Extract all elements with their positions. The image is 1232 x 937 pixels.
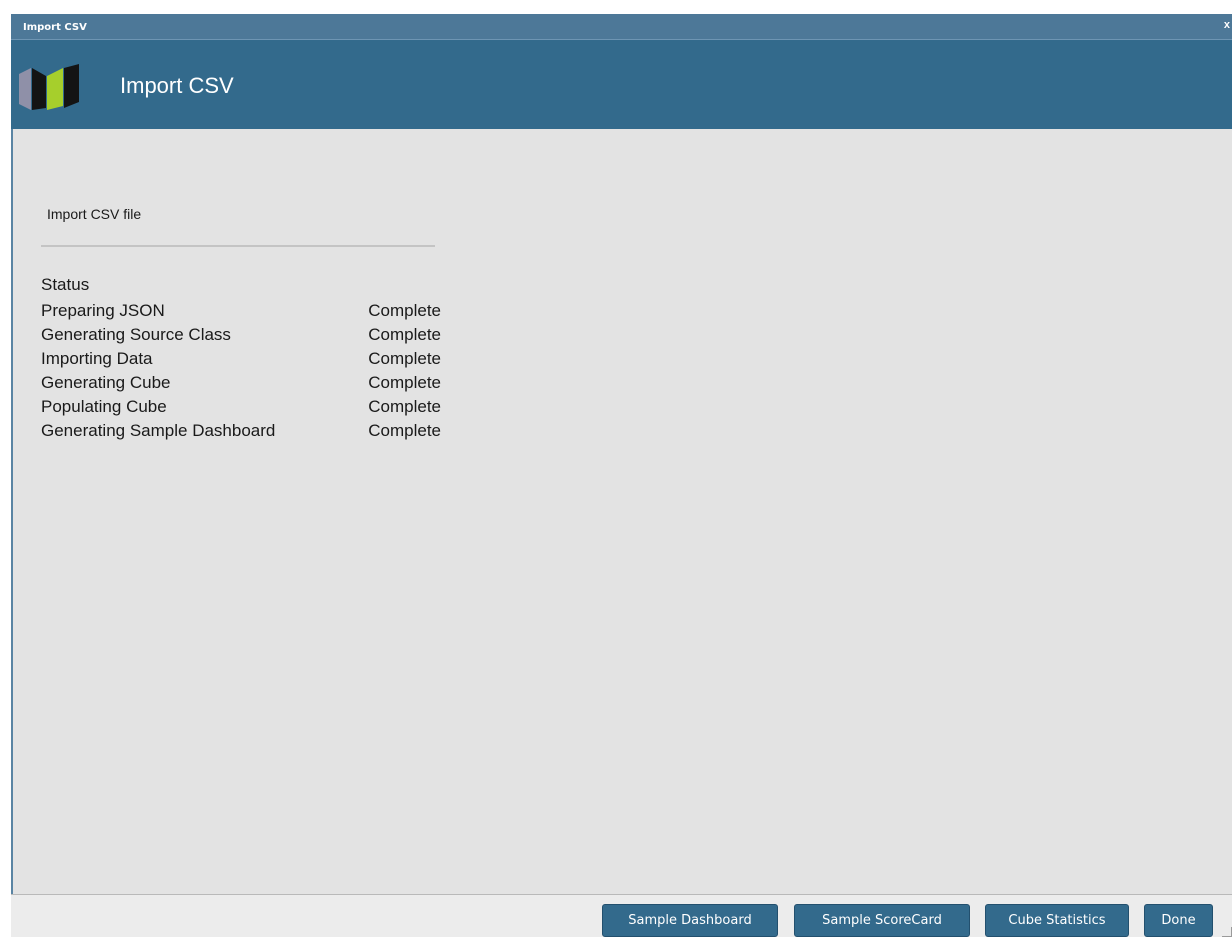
step-name: Generating Sample Dashboard	[41, 421, 276, 440]
step-state: Complete	[368, 301, 441, 320]
window-titlebar[interactable]: Import CSV x	[11, 14, 1232, 40]
step-name: Generating Source Class	[41, 325, 231, 344]
status-row: Generating Source Class Complete	[41, 323, 441, 347]
window-title: Import CSV	[23, 22, 87, 33]
footer-bar: Sample Dashboard Sample ScoreCard Cube S…	[11, 894, 1232, 937]
status-row: Populating Cube Complete	[41, 395, 441, 419]
step-state: Complete	[368, 325, 441, 344]
step-state: Complete	[368, 373, 441, 392]
sample-scorecard-button[interactable]: Sample ScoreCard	[794, 904, 970, 937]
left-border	[11, 129, 13, 937]
status-row: Generating Sample Dashboard Complete	[41, 419, 441, 443]
status-row: Preparing JSON Complete	[41, 299, 441, 323]
resize-grip-icon[interactable]	[1222, 927, 1232, 937]
done-button[interactable]: Done	[1144, 904, 1213, 937]
step-name: Populating Cube	[41, 397, 167, 416]
step-name: Generating Cube	[41, 373, 171, 392]
sample-dashboard-button[interactable]: Sample Dashboard	[602, 904, 778, 937]
close-icon[interactable]: x	[1224, 19, 1230, 31]
status-row: Generating Cube Complete	[41, 371, 441, 395]
banner-title: Import CSV	[120, 73, 234, 98]
status-table: Preparing JSON Complete Generating Sourc…	[41, 299, 441, 443]
header-banner: Import CSV	[11, 40, 1232, 129]
status-row: Importing Data Complete	[41, 347, 441, 371]
step-state: Complete	[368, 349, 441, 368]
section-divider	[41, 245, 435, 247]
cube-statistics-button[interactable]: Cube Statistics	[985, 904, 1129, 937]
status-header: Status	[41, 275, 90, 294]
step-name: Preparing JSON	[41, 301, 165, 320]
section-title: Import CSV file	[47, 206, 142, 222]
import-csv-dialog: Import CSV x Import CSV Import CSV file …	[11, 14, 1232, 937]
bars-logo-icon	[19, 64, 79, 110]
main-content: Import CSV file Status Preparing JSON Co…	[11, 129, 1232, 894]
step-name: Importing Data	[41, 349, 153, 368]
step-state: Complete	[368, 421, 441, 440]
step-state: Complete	[368, 397, 441, 416]
